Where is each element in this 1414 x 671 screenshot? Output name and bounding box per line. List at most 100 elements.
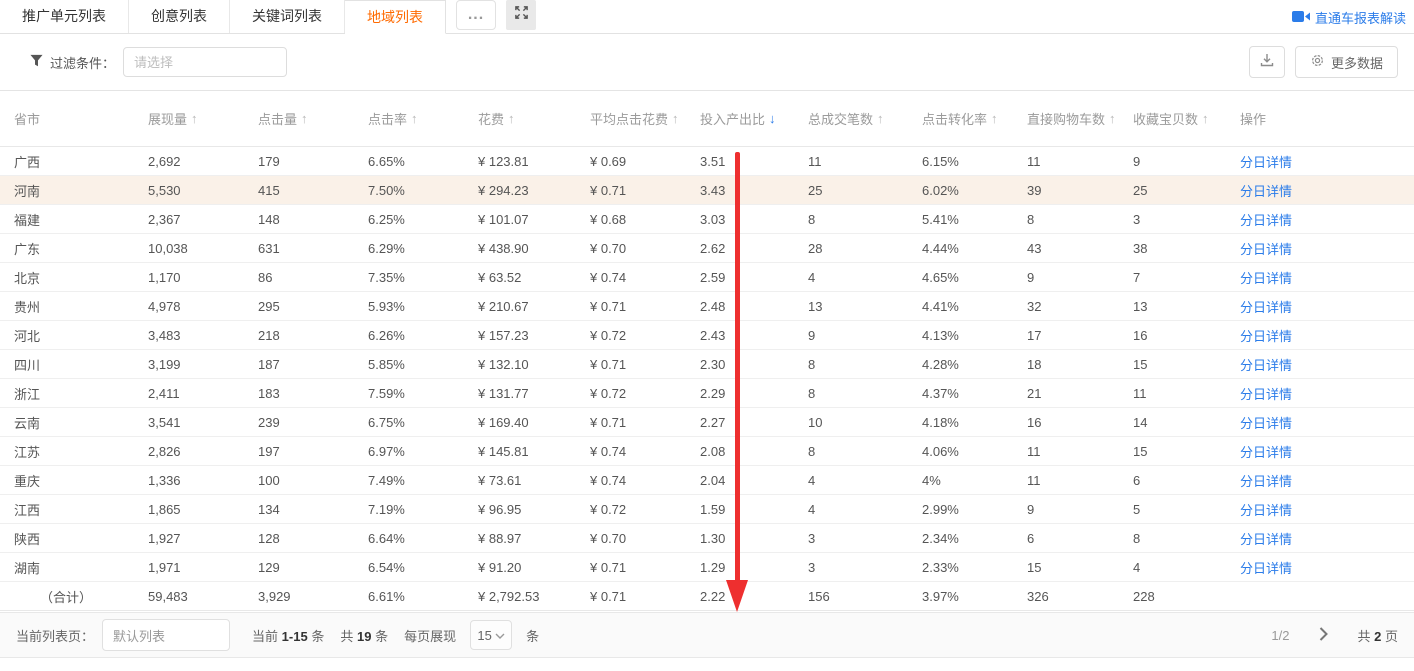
cell-favorites: 228 — [1133, 589, 1240, 604]
cell-impressions: 3,541 — [148, 415, 258, 430]
sort-asc-icon[interactable]: ↑ — [301, 111, 308, 126]
more-data-button[interactable]: 更多数据 — [1295, 46, 1398, 78]
cell-ctr: 6.54% — [368, 560, 478, 575]
daily-detail-link[interactable]: 分日详情 — [1240, 155, 1292, 170]
daily-detail-link[interactable]: 分日详情 — [1240, 300, 1292, 315]
sort-asc-icon[interactable]: ↑ — [877, 111, 884, 126]
cell-cart-adds: 9 — [1027, 270, 1133, 285]
cell-orders: 10 — [808, 415, 922, 430]
daily-detail-link[interactable]: 分日详情 — [1240, 358, 1292, 373]
table-row[interactable]: 贵州 4,978 295 5.93% ¥ 210.67 ¥ 0.71 2.48 … — [0, 292, 1414, 321]
daily-detail-link[interactable]: 分日详情 — [1240, 184, 1292, 199]
column-label: 花费 — [478, 109, 504, 128]
column-header-3[interactable]: 点击率↑ — [368, 109, 478, 128]
daily-detail-link[interactable]: 分日详情 — [1240, 561, 1292, 576]
tab-unit-list[interactable]: 推广单元列表 — [0, 0, 129, 33]
daily-detail-link[interactable]: 分日详情 — [1240, 474, 1292, 489]
cell-province: 陕西 — [0, 529, 148, 548]
daily-detail-link[interactable]: 分日详情 — [1240, 271, 1292, 286]
cell-favorites: 25 — [1133, 183, 1240, 198]
sort-asc-icon[interactable]: ↑ — [411, 111, 418, 126]
cell-roi: 2.04 — [700, 473, 808, 488]
cell-cart-adds: 11 — [1027, 444, 1133, 459]
column-header-6[interactable]: 投入产出比↓ — [700, 109, 808, 128]
next-page-button[interactable] — [1311, 623, 1335, 647]
tab-region-list[interactable]: 地域列表 — [345, 0, 446, 34]
sort-desc-icon[interactable]: ↓ — [769, 111, 776, 126]
cell-action: 分日详情 — [1240, 558, 1414, 577]
table-row[interactable]: 江苏 2,826 197 6.97% ¥ 145.81 ¥ 0.74 2.08 … — [0, 437, 1414, 466]
per-page-label: 每页展现 — [404, 626, 456, 645]
cell-province: 福建 — [0, 210, 148, 229]
column-header-8[interactable]: 点击转化率↑ — [922, 109, 1027, 128]
column-header-10[interactable]: 收藏宝贝数↑ — [1133, 109, 1240, 128]
cell-cost: ¥ 132.10 — [478, 357, 590, 372]
cell-cart-adds: 17 — [1027, 328, 1133, 343]
table-row[interactable]: 福建 2,367 148 6.25% ¥ 101.07 ¥ 0.68 3.03 … — [0, 205, 1414, 234]
table-row[interactable]: 江西 1,865 134 7.19% ¥ 96.95 ¥ 0.72 1.59 4… — [0, 495, 1414, 524]
column-label: 展现量 — [148, 109, 187, 128]
table-row[interactable]: 陕西 1,927 128 6.64% ¥ 88.97 ¥ 0.70 1.30 3… — [0, 524, 1414, 553]
table-row[interactable]: 云南 3,541 239 6.75% ¥ 169.40 ¥ 0.71 2.27 … — [0, 408, 1414, 437]
daily-detail-link[interactable]: 分日详情 — [1240, 329, 1292, 344]
download-button[interactable] — [1249, 46, 1285, 78]
column-header-1[interactable]: 展现量 ↑ — [148, 109, 258, 128]
cell-roi: 1.59 — [700, 502, 808, 517]
more-tabs-button[interactable]: ... — [456, 0, 496, 30]
daily-detail-link[interactable]: 分日详情 — [1240, 213, 1292, 228]
daily-detail-link[interactable]: 分日详情 — [1240, 445, 1292, 460]
cell-cart-adds: 18 — [1027, 357, 1133, 372]
list-name-input[interactable] — [102, 619, 230, 651]
sort-asc-icon[interactable]: ↑ — [1202, 111, 1209, 126]
cell-cvr: 5.41% — [922, 212, 1027, 227]
report-guide-link[interactable]: 直通车报表解读 — [1292, 8, 1406, 27]
cell-avg-cpc: ¥ 0.70 — [590, 531, 700, 546]
table-row[interactable]: 广西 2,692 179 6.65% ¥ 123.81 ¥ 0.69 3.51 … — [0, 147, 1414, 176]
column-label: 直接购物车数 — [1027, 109, 1105, 128]
fullscreen-button[interactable] — [506, 0, 536, 30]
table-row[interactable]: 河南 5,530 415 7.50% ¥ 294.23 ¥ 0.71 3.43 … — [0, 176, 1414, 205]
filter-select-input[interactable] — [123, 47, 287, 77]
cell-orders: 8 — [808, 212, 922, 227]
table-row[interactable]: 浙江 2,411 183 7.59% ¥ 131.77 ¥ 0.72 2.29 … — [0, 379, 1414, 408]
cell-orders: 156 — [808, 589, 922, 604]
column-label: 省市 — [14, 109, 40, 128]
cell-ctr: 7.49% — [368, 473, 478, 488]
cell-ctr: 6.97% — [368, 444, 478, 459]
pagination-bar: 当前列表页： 当前 1-15 条 共 19 条 每页展现 15 条 1/2 共 … — [0, 612, 1414, 658]
daily-detail-link[interactable]: 分日详情 — [1240, 242, 1292, 257]
table-row[interactable]: 四川 3,199 187 5.85% ¥ 132.10 ¥ 0.71 2.30 … — [0, 350, 1414, 379]
column-header-4[interactable]: 花费 ↑ — [478, 109, 590, 128]
per-page-select[interactable]: 15 — [470, 620, 512, 650]
table-row[interactable]: 重庆 1,336 100 7.49% ¥ 73.61 ¥ 0.74 2.04 4… — [0, 466, 1414, 495]
sort-asc-icon[interactable]: ↑ — [191, 111, 198, 126]
table-row[interactable]: 河北 3,483 218 6.26% ¥ 157.23 ¥ 0.72 2.43 … — [0, 321, 1414, 350]
column-header-7[interactable]: 总成交笔数↑ — [808, 109, 922, 128]
tab-keyword-list[interactable]: 关键词列表 — [230, 0, 345, 33]
table-row[interactable]: 湖南 1,971 129 6.54% ¥ 91.20 ¥ 0.71 1.29 3… — [0, 553, 1414, 582]
daily-detail-link[interactable]: 分日详情 — [1240, 532, 1292, 547]
daily-detail-link[interactable]: 分日详情 — [1240, 416, 1292, 431]
cell-province: 广东 — [0, 239, 148, 258]
sort-asc-icon[interactable]: ↑ — [672, 111, 679, 126]
cell-cost: ¥ 96.95 — [478, 502, 590, 517]
sort-asc-icon[interactable]: ↑ — [991, 111, 998, 126]
cell-ctr: 7.19% — [368, 502, 478, 517]
daily-detail-link[interactable]: 分日详情 — [1240, 387, 1292, 402]
cell-clicks: 197 — [258, 444, 368, 459]
cell-cvr: 6.15% — [922, 154, 1027, 169]
column-header-5[interactable]: 平均点击花费↑ — [590, 109, 700, 128]
sort-asc-icon[interactable]: ↑ — [1109, 111, 1116, 126]
table-row[interactable]: 北京 1,170 86 7.35% ¥ 63.52 ¥ 0.74 2.59 4 … — [0, 263, 1414, 292]
column-header-2[interactable]: 点击量↑ — [258, 109, 368, 128]
sort-asc-icon[interactable]: ↑ — [508, 111, 515, 126]
cell-cart-adds: 6 — [1027, 531, 1133, 546]
daily-detail-link[interactable]: 分日详情 — [1240, 503, 1292, 518]
cell-action: 分日详情 — [1240, 268, 1414, 287]
tab-creative-list[interactable]: 创意列表 — [129, 0, 230, 33]
table-row[interactable]: 广东 10,038 631 6.29% ¥ 438.90 ¥ 0.70 2.62… — [0, 234, 1414, 263]
cell-favorites: 6 — [1133, 473, 1240, 488]
cell-favorites: 3 — [1133, 212, 1240, 227]
cell-province: 河北 — [0, 326, 148, 345]
column-header-9[interactable]: 直接购物车数 ↑ — [1027, 109, 1133, 128]
